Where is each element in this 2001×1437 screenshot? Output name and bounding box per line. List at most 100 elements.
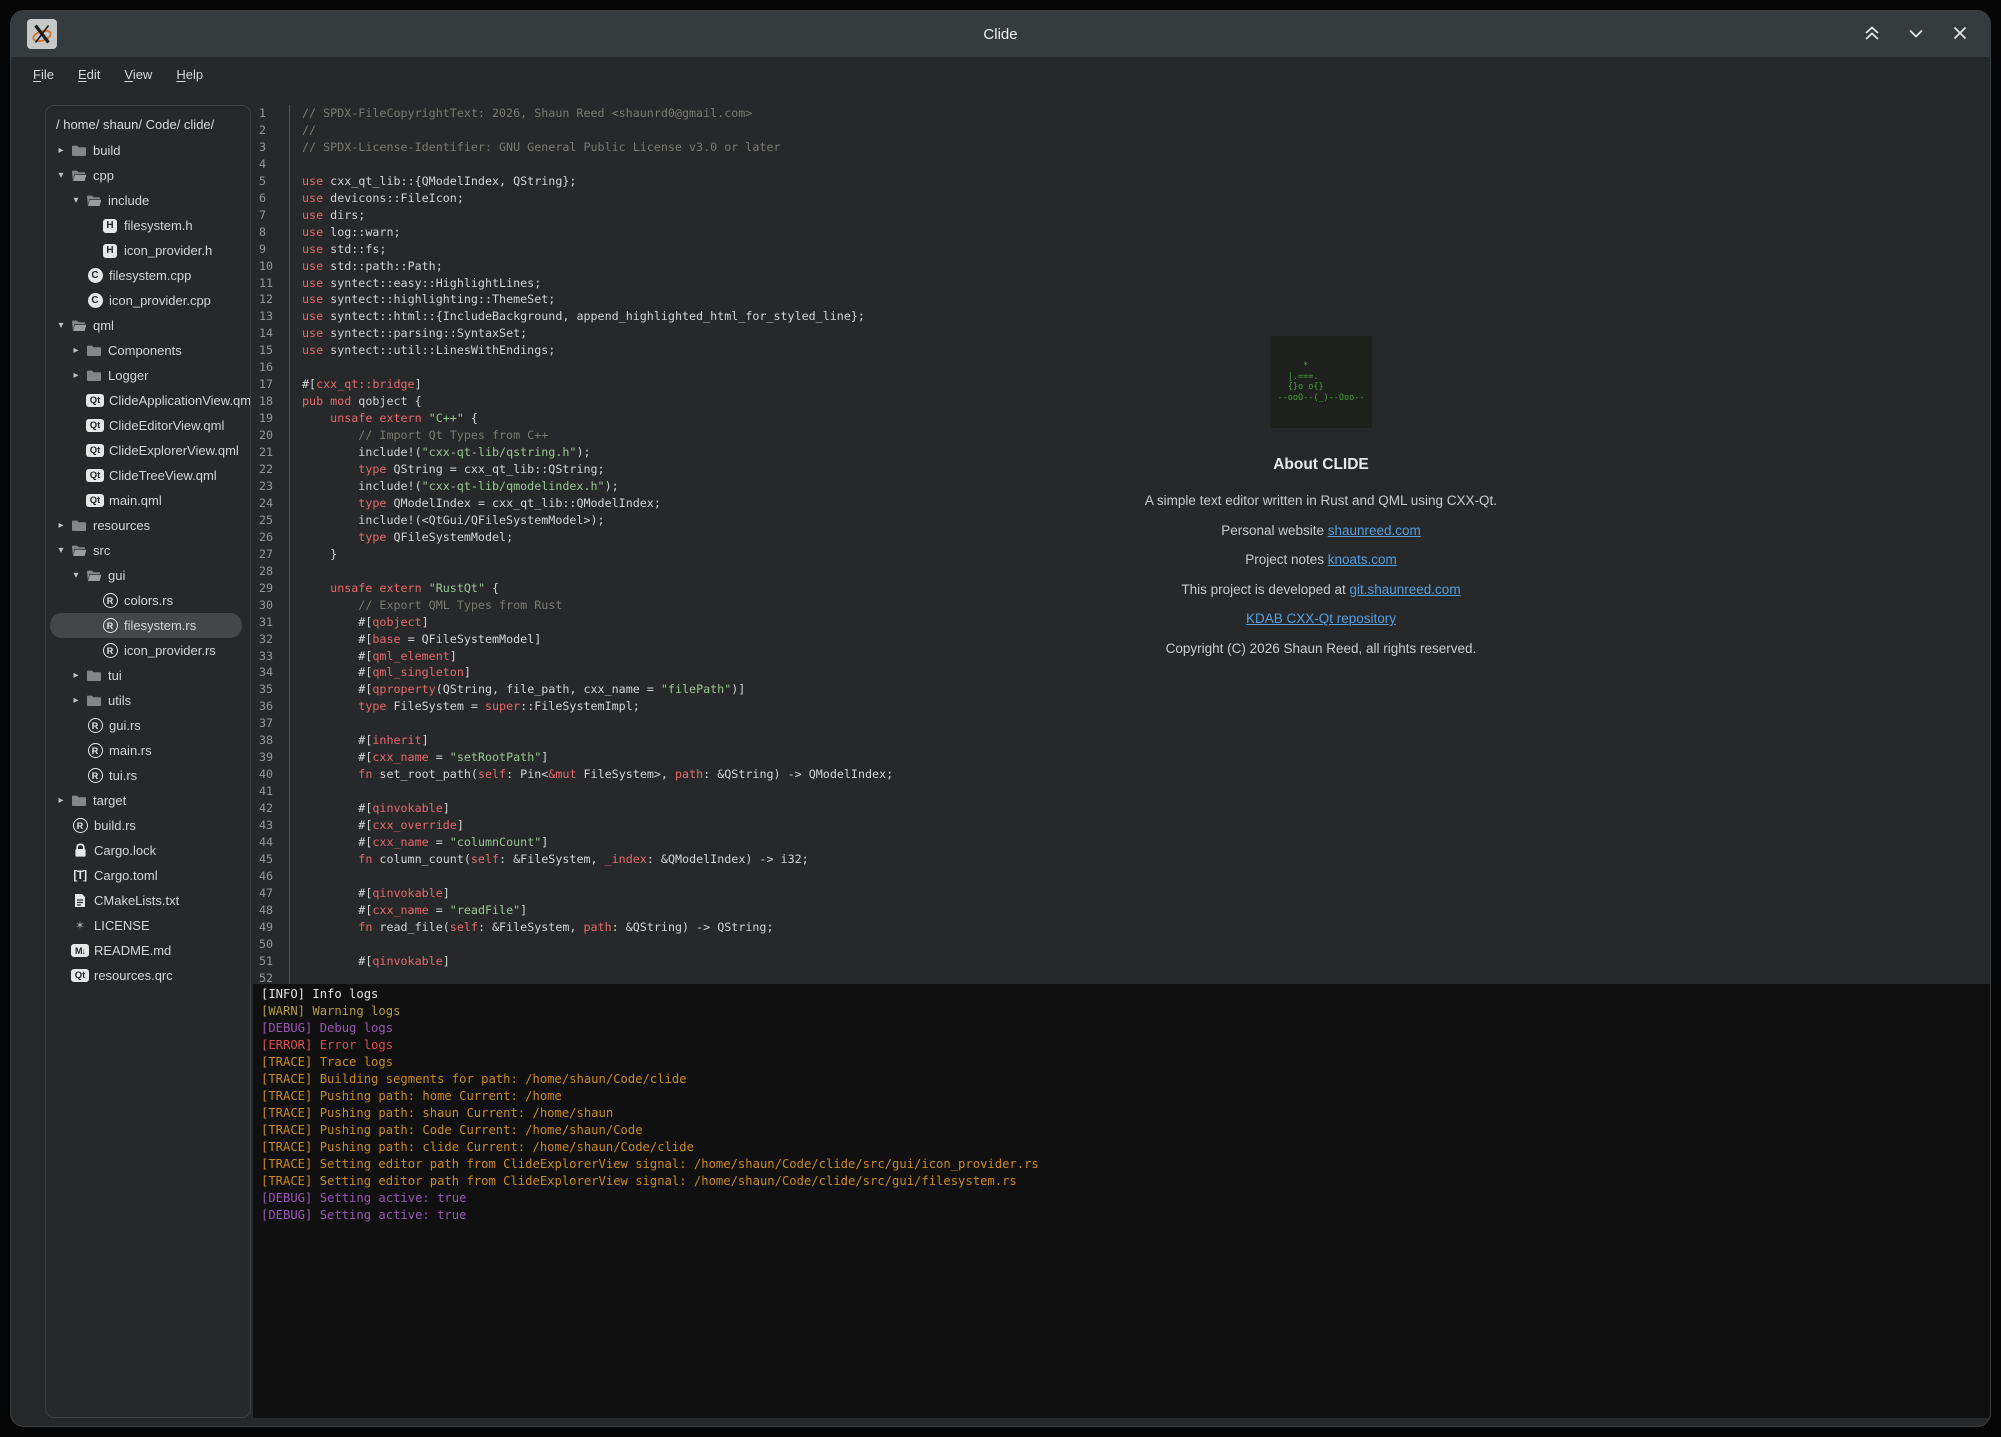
code-line[interactable]: 49 fn read_file(self: &FileSystem, path:… bbox=[253, 919, 1990, 936]
chevron-right-icon[interactable]: ▸ bbox=[54, 795, 68, 806]
chevron-right-icon[interactable]: ▸ bbox=[54, 145, 68, 156]
git-shaunreed-link[interactable]: git.shaunreed.com bbox=[1350, 582, 1461, 597]
code-line[interactable]: 35 #[qproperty(QString, file_path, cxx_n… bbox=[253, 681, 1990, 698]
code-line[interactable]: 46 bbox=[253, 868, 1990, 885]
tree-item-include[interactable]: ▾include bbox=[50, 188, 242, 213]
chevron-right-icon[interactable]: ▸ bbox=[69, 370, 83, 381]
chevron-down-icon[interactable]: ▾ bbox=[54, 320, 68, 331]
shaunreed-link[interactable]: shaunreed.com bbox=[1328, 523, 1421, 538]
code-text: use dirs; bbox=[289, 207, 365, 224]
code-line[interactable]: 45 fn column_count(self: &FileSystem, _i… bbox=[253, 851, 1990, 868]
code-line[interactable]: 47 #[qinvokable] bbox=[253, 885, 1990, 902]
code-line[interactable]: 6use devicons::FileIcon; bbox=[253, 190, 1990, 207]
tree-item-filesystem-cpp[interactable]: Cfilesystem.cpp bbox=[50, 263, 242, 288]
tree-item-qml[interactable]: ▾qml bbox=[50, 313, 242, 338]
tree-item-license[interactable]: ✶LICENSE bbox=[50, 913, 242, 938]
tree-item-filesystem-h[interactable]: Hfilesystem.h bbox=[50, 213, 242, 238]
code-line[interactable]: 3// SPDX-License-Identifier: GNU General… bbox=[253, 139, 1990, 156]
tree-item-clideeditorview-qml[interactable]: QtClideEditorView.qml bbox=[50, 413, 242, 438]
shade-icon bbox=[1862, 24, 1882, 45]
tree-item-logger[interactable]: ▸Logger bbox=[50, 363, 242, 388]
tree-item-readme-md[interactable]: M↓README.md bbox=[50, 938, 242, 963]
kdab-cxx-qt-repository-link[interactable]: KDAB CXX-Qt repository bbox=[1246, 611, 1396, 626]
line-number: 30 bbox=[253, 597, 289, 614]
code-line[interactable]: 50 bbox=[253, 936, 1990, 953]
tree-item-filesystem-rs[interactable]: Rfilesystem.rs bbox=[50, 613, 242, 638]
code-line[interactable]: 37 bbox=[253, 715, 1990, 732]
tree-item-colors-rs[interactable]: Rcolors.rs bbox=[50, 588, 242, 613]
tree-item-resources-qrc[interactable]: Qtresources.qrc bbox=[50, 963, 242, 988]
tree-item-target[interactable]: ▸target bbox=[50, 788, 242, 813]
code-line[interactable]: 51 #[qinvokable] bbox=[253, 953, 1990, 970]
close-button[interactable] bbox=[1946, 20, 1974, 48]
chevron-right-icon[interactable]: ▸ bbox=[69, 345, 83, 356]
tree-item-icon-provider-h[interactable]: Hicon_provider.h bbox=[50, 238, 242, 263]
tree-item-main-qml[interactable]: Qtmain.qml bbox=[50, 488, 242, 513]
tree-item-cargo-toml[interactable]: [T]Cargo.toml bbox=[50, 863, 242, 888]
code-line[interactable]: 43 #[cxx_override] bbox=[253, 817, 1990, 834]
line-number: 39 bbox=[253, 749, 289, 766]
code-line[interactable]: 48 #[cxx_name = "readFile"] bbox=[253, 902, 1990, 919]
code-line[interactable]: 7use dirs; bbox=[253, 207, 1990, 224]
code-line[interactable]: 40 fn set_root_path(self: Pin<&mut FileS… bbox=[253, 766, 1990, 783]
code-line[interactable]: 41 bbox=[253, 783, 1990, 800]
code-line[interactable]: 13use syntect::html::{IncludeBackground,… bbox=[253, 308, 1990, 325]
tree-item-resources[interactable]: ▸resources bbox=[50, 513, 242, 538]
code-line[interactable]: 44 #[cxx_name = "columnCount"] bbox=[253, 834, 1990, 851]
code-line[interactable]: 9use std::fs; bbox=[253, 241, 1990, 258]
titlebar[interactable]: Clide bbox=[11, 11, 1990, 57]
code-line[interactable]: 36 type FileSystem = super::FileSystemIm… bbox=[253, 698, 1990, 715]
tree-item-components[interactable]: ▸Components bbox=[50, 338, 242, 363]
tree-item-tui[interactable]: ▸tui bbox=[50, 663, 242, 688]
tree-item-clideexplorerview-qml[interactable]: QtClideExplorerView.qml bbox=[50, 438, 242, 463]
chevron-right-icon[interactable]: ▸ bbox=[54, 520, 68, 531]
menu-view[interactable]: View bbox=[114, 62, 162, 87]
menu-help[interactable]: Help bbox=[166, 62, 213, 87]
knoats-link[interactable]: knoats.com bbox=[1328, 552, 1397, 567]
chevron-right-icon[interactable]: ▸ bbox=[69, 670, 83, 681]
code-line[interactable]: 39 #[cxx_name = "setRootPath"] bbox=[253, 749, 1990, 766]
chevron-down-icon[interactable]: ▾ bbox=[54, 170, 68, 181]
tree-item-icon-provider-rs[interactable]: Ricon_provider.rs bbox=[50, 638, 242, 663]
code-line[interactable]: 2// bbox=[253, 122, 1990, 139]
line-number: 20 bbox=[253, 427, 289, 444]
menu-file[interactable]: File bbox=[23, 62, 64, 87]
tree-item-cmakelists-txt[interactable]: CMakeLists.txt bbox=[50, 888, 242, 913]
code-line[interactable]: 52 bbox=[253, 970, 1990, 984]
tree-item-gui-rs[interactable]: Rgui.rs bbox=[50, 713, 242, 738]
tree-item-gui[interactable]: ▾gui bbox=[50, 563, 242, 588]
code-line[interactable]: 5use cxx_qt_lib::{QModelIndex, QString}; bbox=[253, 173, 1990, 190]
code-line[interactable]: 38 #[inherit] bbox=[253, 732, 1990, 749]
chevron-down-icon[interactable]: ▾ bbox=[69, 195, 83, 206]
line-number: 3 bbox=[253, 139, 289, 156]
tree-item-cargo-lock[interactable]: Cargo.lock bbox=[50, 838, 242, 863]
code-line[interactable]: 1// SPDX-FileCopyrightText: 2026, Shaun … bbox=[253, 105, 1990, 122]
code-line[interactable]: 12use syntect::highlighting::ThemeSet; bbox=[253, 291, 1990, 308]
line-number: 28 bbox=[253, 563, 289, 580]
shade-button[interactable] bbox=[1858, 20, 1886, 48]
code-line[interactable]: 8use log::warn; bbox=[253, 224, 1990, 241]
tree-item-cpp[interactable]: ▾cpp bbox=[50, 163, 242, 188]
minimize-button[interactable] bbox=[1902, 20, 1930, 48]
chevron-down-icon[interactable]: ▾ bbox=[69, 570, 83, 581]
tree-item-icon-provider-cpp[interactable]: Cicon_provider.cpp bbox=[50, 288, 242, 313]
code-text: use syntect::easy::HighlightLines; bbox=[289, 275, 541, 292]
chevron-down-icon[interactable]: ▾ bbox=[54, 545, 68, 556]
tree-item-clidetreeview-qml[interactable]: QtClideTreeView.qml bbox=[50, 463, 242, 488]
chevron-right-icon[interactable]: ▸ bbox=[69, 695, 83, 706]
tree-item-clideapplicationview-qml[interactable]: QtClideApplicationView.qml bbox=[50, 388, 242, 413]
code-line[interactable]: 4 bbox=[253, 156, 1990, 173]
tree-item-src[interactable]: ▾src bbox=[50, 538, 242, 563]
code-line[interactable]: 42 #[qinvokable] bbox=[253, 800, 1990, 817]
tree-item-build-rs[interactable]: Rbuild.rs bbox=[50, 813, 242, 838]
code-text: type FileSystem = super::FileSystemImpl; bbox=[289, 698, 640, 715]
tree-item-utils[interactable]: ▸utils bbox=[50, 688, 242, 713]
code-line[interactable]: 10use std::path::Path; bbox=[253, 258, 1990, 275]
menu-edit[interactable]: Edit bbox=[68, 62, 110, 87]
tree-item-main-rs[interactable]: Rmain.rs bbox=[50, 738, 242, 763]
code-line[interactable]: 11use syntect::easy::HighlightLines; bbox=[253, 275, 1990, 292]
tree-item-build[interactable]: ▸build bbox=[50, 138, 242, 163]
code-text bbox=[289, 156, 302, 173]
tree-item-tui-rs[interactable]: Rtui.rs bbox=[50, 763, 242, 788]
log-line: [TRACE] Setting editor path from ClideEx… bbox=[261, 1173, 1990, 1190]
